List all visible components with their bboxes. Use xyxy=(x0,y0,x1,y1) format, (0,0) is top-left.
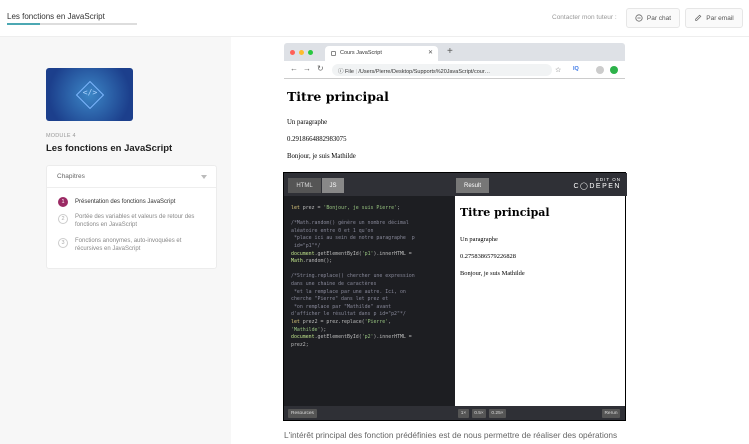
page-icon xyxy=(331,51,336,56)
zoom-quarter-button[interactable]: 0.25× xyxy=(489,409,506,418)
result-title: Titre principal xyxy=(460,206,550,219)
code-symbol: </> xyxy=(82,88,98,97)
module-thumbnail: </> xyxy=(46,68,133,121)
back-arrow-icon: ← xyxy=(290,64,298,73)
contact-tutor-label: Contacter mon tuteur : xyxy=(552,14,617,21)
chapter-label: Présentation des fonctions JavaScript xyxy=(75,198,176,205)
zoom-half-button[interactable]: 0.5× xyxy=(472,409,486,418)
chapter-item-2[interactable]: 2 Portée des variables et valeurs de ret… xyxy=(58,214,208,229)
main-content: Cours JavaScript ✕ + ← → ↻ ⓘ File | /Use… xyxy=(231,37,749,444)
result-paragraph: Un paragraphe xyxy=(460,236,498,243)
tab-result[interactable]: Result xyxy=(456,178,489,193)
render-greeting: Bonjour, je suis Mathilde xyxy=(287,153,356,160)
result-random: 0.2758386579226828 xyxy=(460,253,516,260)
browser-tab-title: Cours JavaScript xyxy=(340,50,382,56)
chat-button[interactable]: Par chat xyxy=(626,8,680,28)
url-prefix: File xyxy=(345,69,354,75)
close-icon: ✕ xyxy=(427,50,433,56)
chapter-label: Fonctions anonymes, auto-invoquées et ré… xyxy=(75,238,182,252)
star-icon: ☆ xyxy=(555,67,562,74)
codepen-logo[interactable]: EDIT ON C◯DEPEN xyxy=(573,177,621,190)
chapters-header[interactable]: Chapitres xyxy=(47,166,216,188)
extension-iq: IQ xyxy=(573,66,579,72)
minimize-dot xyxy=(299,50,304,55)
close-dot xyxy=(290,50,295,55)
codepen-embed: HTML JS Result EDIT ON C◯DEPEN let prez … xyxy=(283,172,627,421)
chapters-title: Chapitres xyxy=(57,173,85,180)
chapter-item-3[interactable]: 3 Fonctions anonymes, auto-invoquées et … xyxy=(58,238,208,253)
codepen-brand: C◯DEPEN xyxy=(573,183,621,190)
chat-button-label: Par chat xyxy=(646,14,672,22)
sidebar: </> MODULE 4 Les fonctions en JavaScript… xyxy=(0,37,231,444)
maximize-dot xyxy=(308,50,313,55)
chapters-panel: Chapitres 1 Présentation des fonctions J… xyxy=(46,165,217,269)
forward-arrow-icon: → xyxy=(303,64,311,73)
codepen-footer: Resources 1× 0.5× 0.25× Rerun xyxy=(284,406,625,420)
rendered-page: Titre principal Un paragraphe 0.29186648… xyxy=(287,89,617,160)
codepen-header: HTML JS Result EDIT ON C◯DEPEN xyxy=(284,173,627,196)
chapter-number: 3 xyxy=(58,238,68,248)
lesson-paragraph: L'intérêt principal des fonction prédéfi… xyxy=(284,430,618,440)
result-greeting: Bonjour, je suis Mathilde xyxy=(460,270,525,277)
module-label: MODULE 4 xyxy=(46,133,76,139)
js-code-editor[interactable]: let prez = 'Bonjour, je suis Pierre'; /*… xyxy=(284,196,454,406)
info-icon: ⓘ xyxy=(338,69,346,75)
result-pane: Titre principal Un paragraphe 0.27583865… xyxy=(455,196,625,406)
zoom-1x-button[interactable]: 1× xyxy=(458,409,469,418)
chevron-down-icon xyxy=(201,175,207,179)
course-title[interactable]: Les fonctions en JavaScript xyxy=(7,12,105,21)
email-button-label: Par email xyxy=(706,14,734,22)
chapter-number-active: 1 xyxy=(58,197,68,207)
url-text: /Users/Pierre/Desktop/Supports%20JavaScr… xyxy=(358,69,491,75)
email-button[interactable]: Par email xyxy=(685,8,743,28)
resources-button[interactable]: Resources xyxy=(288,409,317,418)
chat-icon xyxy=(635,14,643,22)
rerun-button[interactable]: Rerun xyxy=(602,409,620,418)
reload-icon: ↻ xyxy=(317,64,324,73)
course-progress-bar xyxy=(7,23,137,25)
module-title: Les fonctions en JavaScript xyxy=(46,143,173,154)
tab-html[interactable]: HTML xyxy=(288,178,321,193)
pencil-icon xyxy=(695,14,702,21)
top-bar: Les fonctions en JavaScript Contacter mo… xyxy=(0,0,749,37)
address-row: ← → ↻ ⓘ File | /Users/Pierre/Desktop/Sup… xyxy=(284,61,625,79)
extension-icon xyxy=(610,66,618,74)
chapter-number: 2 xyxy=(58,214,68,224)
address-bar: ⓘ File | /Users/Pierre/Desktop/Supports%… xyxy=(332,64,552,76)
profile-avatar xyxy=(596,66,604,74)
plus-icon: + xyxy=(447,46,453,57)
render-title: Titre principal xyxy=(287,89,389,104)
chapter-item-1[interactable]: 1 Présentation des fonctions JavaScript xyxy=(58,197,208,207)
chapter-label: Portée des variables et valeurs de retou… xyxy=(75,214,195,228)
browser-tab: Cours JavaScript ✕ xyxy=(325,46,438,61)
render-paragraph: Un paragraphe xyxy=(287,119,328,126)
course-progress-fill xyxy=(7,23,40,25)
browser-chrome: Cours JavaScript ✕ + ← → ↻ ⓘ File | /Use… xyxy=(284,43,625,79)
render-random: 0.2918664882983075 xyxy=(287,136,347,143)
tab-js[interactable]: JS xyxy=(322,178,344,193)
